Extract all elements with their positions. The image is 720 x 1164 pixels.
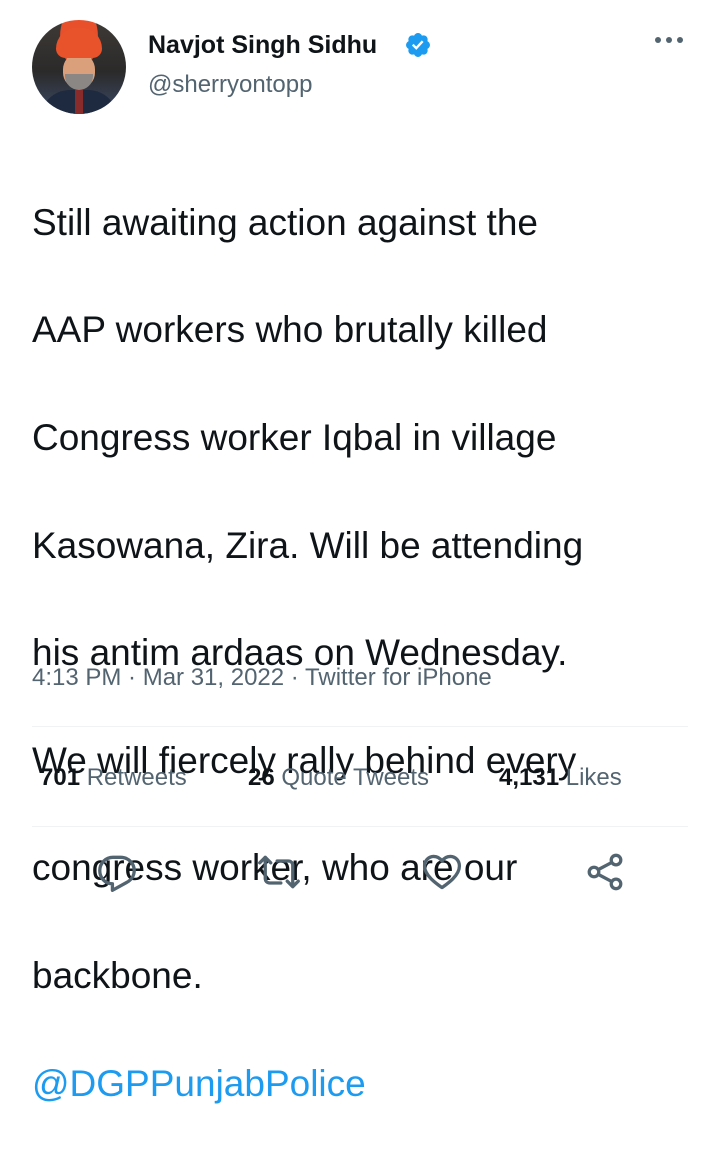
divider: [32, 826, 688, 827]
retweet-button[interactable]: [257, 850, 301, 894]
quotes-count: 26: [248, 764, 275, 791]
tweet-line: Congress worker Iqbal in village: [32, 416, 557, 458]
tweet-meta[interactable]: 4:13 PM · Mar 31, 2022 · Twitter for iPh…: [32, 663, 492, 693]
avatar-tie: [75, 90, 83, 114]
mention-link[interactable]: @DGPPunjabPolice: [32, 1057, 702, 1111]
retweets-count: 701: [40, 764, 81, 791]
reply-button[interactable]: [95, 850, 139, 894]
quotes-label: Quote Tweets: [281, 764, 430, 791]
avatar-beard: [65, 74, 93, 90]
likes-label: Likes: [565, 764, 622, 791]
like-button[interactable]: [420, 850, 464, 894]
likes-stat[interactable]: 4,131 Likes: [499, 762, 622, 794]
engagement-stats: 701 Retweets 26 Quote Tweets 4,131 Likes: [32, 762, 688, 794]
share-button[interactable]: [583, 850, 627, 894]
quote-tweets-stat[interactable]: 26 Quote Tweets: [248, 762, 429, 794]
likes-count: 4,131: [499, 764, 560, 791]
author-handle[interactable]: @sherryontopp: [148, 70, 312, 100]
share-icon: [587, 853, 623, 891]
retweets-stat[interactable]: 701 Retweets: [40, 762, 187, 794]
tweet-line: backbone.: [32, 954, 203, 996]
tweet-line: AAP workers who brutally killed: [32, 309, 548, 351]
reply-icon: [98, 855, 136, 892]
more-options-icon[interactable]: [652, 30, 686, 50]
tweet-line: Kasowana, Zira. Will be attending: [32, 524, 584, 566]
tweet-header: Navjot Singh Sidhu @sherryontopp: [0, 0, 720, 130]
retweets-label: Retweets: [86, 764, 187, 791]
tweet-text: Still awaiting action against the AAP wo…: [32, 142, 702, 1164]
retweet-icon: [258, 855, 300, 889]
tweet-line: Still awaiting action against the: [32, 201, 538, 243]
divider: [32, 726, 688, 727]
author-name[interactable]: Navjot Singh Sidhu: [148, 30, 377, 60]
avatar-turban: [56, 28, 102, 58]
avatar[interactable]: [32, 20, 126, 114]
verified-badge-icon: [406, 33, 430, 57]
like-icon: [422, 854, 462, 890]
